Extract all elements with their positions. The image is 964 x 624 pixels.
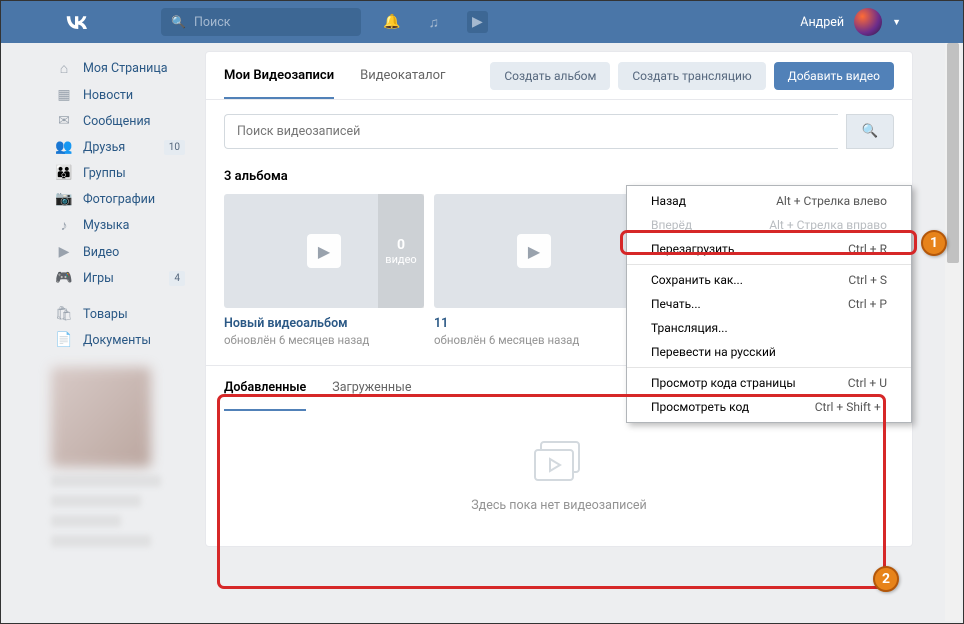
empty-state: Здесь пока нет видеозаписей (206, 410, 912, 543)
video-icon: ▶ (55, 244, 73, 260)
album-card[interactable]: ▶ 11 обновлён 6 месяцев назад (434, 194, 634, 347)
sidebar: ⌂ Моя Страница ▦ Новости ✉ Сообщения 👥 Друзь… (51, 51, 191, 547)
sidebar-item-video[interactable]: ▶ Видео (51, 239, 191, 265)
games-icon: 🎮 (55, 270, 73, 286)
annotation-badge-2: 2 (873, 566, 899, 592)
sidebar-item-label: Документы (83, 333, 151, 348)
album-subtitle: обновлён 6 месяцев назад (224, 333, 424, 347)
sidebar-item-label: Фотографии (83, 192, 155, 207)
header-search-input[interactable] (194, 15, 351, 30)
tab-catalog[interactable]: Видеокаталог (360, 52, 445, 99)
video-search-button[interactable]: 🔍 (846, 114, 894, 149)
sidebar-badge: 10 (164, 140, 185, 155)
bell-icon[interactable]: 🔔 (383, 14, 400, 30)
ctx-cast[interactable]: Трансляция... (627, 316, 911, 340)
sidebar-item-label: Друзья (83, 140, 125, 155)
bag-icon: 🛍 (55, 306, 73, 322)
scrollbar[interactable] (945, 43, 961, 621)
ctx-saveas[interactable]: Сохранить как...Ctrl + S (627, 268, 911, 292)
sidebar-item-label: Музыка (83, 218, 129, 233)
ctx-translate[interactable]: Перевести на русский (627, 340, 911, 364)
sidebar-item-news[interactable]: ▦ Новости (51, 82, 191, 108)
ctx-print[interactable]: Печать...Ctrl + P (627, 292, 911, 316)
create-album-button[interactable]: Создать альбом (490, 62, 610, 90)
album-title: Новый видеоальбом (224, 316, 424, 331)
header-bar: 🔍 🔔 ♫ ▶ Андрей ▼ (1, 1, 963, 43)
play-icon[interactable]: ▶ (467, 11, 488, 33)
chevron-down-icon: ▼ (892, 17, 901, 28)
ctx-reload[interactable]: ПерезагрузитьCtrl + R (627, 237, 911, 261)
ctx-inspect[interactable]: Просмотреть кодCtrl + Shift + I (627, 395, 911, 419)
video-search-input[interactable] (224, 114, 838, 149)
blurred-text (51, 495, 141, 507)
home-icon: ⌂ (55, 60, 73, 77)
sidebar-item-groups[interactable]: 👪 Группы (51, 160, 191, 186)
sidebar-item-label: Сообщения (83, 114, 151, 129)
header-search[interactable]: 🔍 (161, 8, 361, 36)
play-icon: ▶ (307, 234, 341, 268)
news-icon: ▦ (55, 87, 73, 103)
sidebar-item-photos[interactable]: 📷 Фотографии (51, 186, 191, 212)
music-note-icon: ♪ (55, 217, 73, 234)
sidebar-item-mypage[interactable]: ⌂ Моя Страница (51, 55, 191, 82)
sidebar-item-games[interactable]: 🎮 Игры 4 (51, 265, 191, 291)
header-icons: 🔔 ♫ ▶ (383, 11, 488, 33)
annotation-badge-1: 1 (921, 230, 947, 256)
tab-my-videos[interactable]: Мои Видеозаписи (224, 52, 334, 99)
doc-icon: 📄 (55, 332, 73, 348)
sidebar-item-label: Игры (83, 271, 114, 286)
tabs: Мои Видеозаписи Видеокаталог Создать аль… (206, 52, 912, 100)
sidebar-badge: 4 (169, 271, 185, 286)
photos-icon: 📷 (55, 191, 73, 207)
sidebar-item-docs[interactable]: 📄 Документы (51, 327, 191, 353)
blurred-text (51, 475, 161, 487)
empty-video-icon (531, 440, 587, 488)
sidebar-item-friends[interactable]: 👥 Друзья 10 (51, 134, 191, 160)
ctx-back[interactable]: НазадAlt + Стрелка влево (627, 189, 911, 213)
album-thumb: ▶ 0видео (224, 194, 424, 308)
messages-icon: ✉ (55, 113, 73, 129)
search-icon: 🔍 (171, 15, 186, 29)
tab-uploaded[interactable]: Загруженные (332, 364, 411, 411)
user-name: Андрей (800, 15, 844, 30)
play-icon: ▶ (517, 234, 551, 268)
avatar (854, 8, 882, 36)
sidebar-item-label: Видео (83, 245, 119, 260)
vk-logo[interactable] (63, 8, 91, 36)
ctx-view-source[interactable]: Просмотр кода страницыCtrl + U (627, 371, 911, 395)
sidebar-item-label: Группы (83, 166, 126, 181)
sidebar-item-label: Новости (83, 88, 133, 103)
scrollbar-thumb[interactable] (947, 43, 959, 263)
sidebar-item-messages[interactable]: ✉ Сообщения (51, 108, 191, 134)
groups-icon: 👪 (55, 165, 73, 181)
album-count: 0видео (378, 194, 424, 308)
tab-added[interactable]: Добавленные (224, 364, 306, 411)
album-title: 11 (434, 316, 634, 331)
music-icon[interactable]: ♫ (428, 14, 439, 31)
sidebar-item-label: Товары (83, 307, 128, 322)
header-user-menu[interactable]: Андрей ▼ (800, 8, 901, 36)
profile-preview (51, 367, 151, 467)
blurred-text (51, 515, 121, 527)
empty-text: Здесь пока нет видеозаписей (206, 498, 912, 513)
add-video-button[interactable]: Добавить видео (774, 62, 894, 90)
album-card[interactable]: ▶ 0видео Новый видеоальбом обновлён 6 ме… (224, 194, 424, 347)
sidebar-item-music[interactable]: ♪ Музыка (51, 212, 191, 239)
create-stream-button[interactable]: Создать трансляцию (618, 62, 765, 90)
ctx-forward: ВперёдAlt + Стрелка вправо (627, 213, 911, 237)
album-subtitle: обновлён 6 месяцев назад (434, 333, 634, 347)
blurred-text (51, 535, 151, 547)
friends-icon: 👥 (55, 139, 73, 155)
album-thumb: ▶ (434, 194, 634, 308)
sidebar-item-market[interactable]: 🛍 Товары (51, 301, 191, 327)
sidebar-item-label: Моя Страница (83, 61, 168, 76)
context-menu: НазадAlt + Стрелка влево ВперёдAlt + Стр… (626, 185, 912, 423)
